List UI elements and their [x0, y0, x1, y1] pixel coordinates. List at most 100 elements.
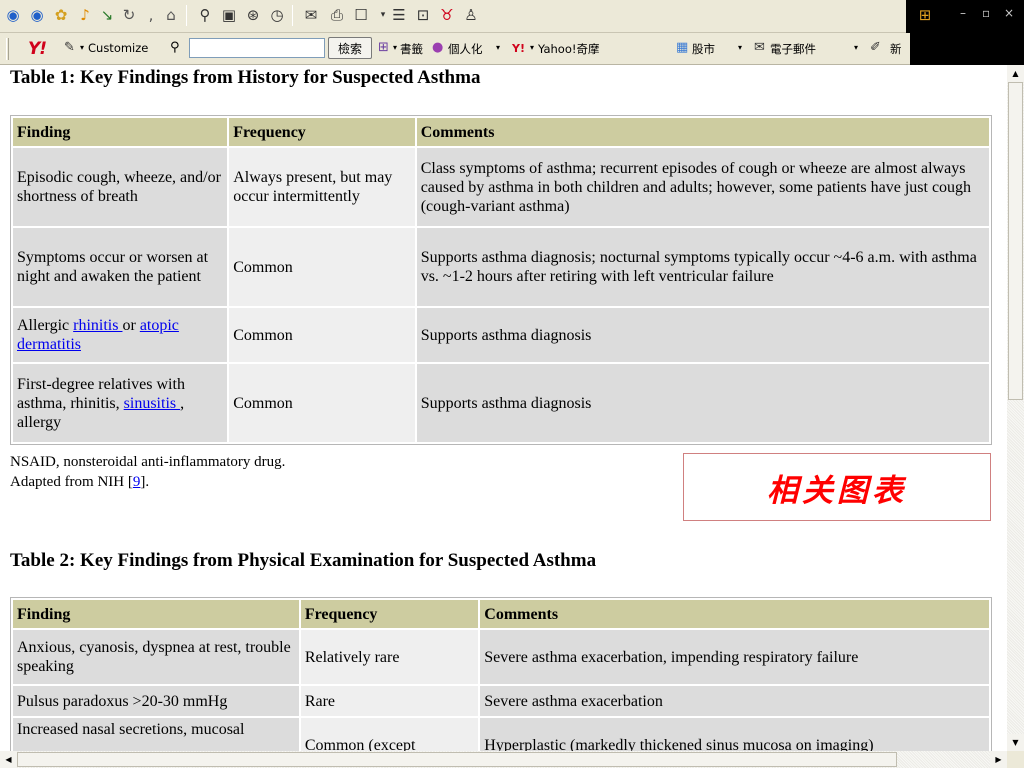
finding-cell: Increased nasal secretions, mucosal [13, 718, 299, 751]
scroll-right-icon[interactable]: ▶ [990, 751, 1007, 768]
toolbar-overflow-area [910, 33, 1024, 65]
personalize-link[interactable]: 個人化 [448, 41, 483, 57]
pencil-icon: ✎ [64, 40, 75, 55]
column-header-frequency: Frequency [229, 118, 415, 146]
column-header-comments: Comments [480, 600, 989, 628]
scroll-up-icon[interactable]: ▲ [1007, 65, 1024, 82]
scroll-left-icon[interactable]: ◀ [0, 751, 17, 768]
history-clock-icon[interactable]: ◷ [266, 4, 288, 26]
vertical-scrollbar[interactable]: ▲ ▼ [1007, 65, 1024, 751]
yahoo-kimo-link[interactable]: Yahoo!奇摩 [538, 41, 599, 57]
bookmark-icon: ⊞ [378, 40, 389, 55]
music-icon[interactable]: ♪ [74, 4, 96, 26]
finding-text: Allergic [17, 317, 74, 334]
news-link[interactable]: 新 [890, 41, 902, 57]
frequency-cell: Common [229, 364, 415, 442]
print-icon[interactable]: ⎙ [326, 4, 348, 26]
table2-physical-exam-findings: Finding Frequency Comments Anxious, cyan… [10, 597, 992, 751]
finding-cell: Episodic cough, wheeze, and/or shortness… [13, 148, 228, 226]
footnote-nsaid: NSAID, nonsteroidal anti-inflammatory dr… [10, 454, 286, 470]
refresh-icon[interactable]: ↻ [118, 4, 140, 26]
yahoo-search-input[interactable] [189, 38, 325, 58]
table-row: Episodic cough, wheeze, and/or shortness… [13, 148, 989, 226]
column-header-frequency: Frequency [300, 600, 479, 628]
globe-icon[interactable]: ⊛ [242, 4, 264, 26]
frequency-cell: Common [229, 308, 415, 362]
table1-footnote: NSAID, nonsteroidal anti-inflammatory dr… [10, 452, 285, 492]
back-icon[interactable]: ◉ [2, 4, 24, 26]
edit-icon[interactable]: ☐ [350, 4, 372, 26]
comment-cell: Supports asthma diagnosis [416, 308, 989, 362]
frequency-cell: Relatively rare [300, 630, 479, 684]
table-header-row: Finding Frequency Comments [13, 118, 989, 146]
media-icon[interactable]: ▣ [218, 4, 240, 26]
stocks-link[interactable]: 股市 [692, 41, 715, 57]
email-link[interactable]: 電子郵件 [770, 41, 816, 57]
column-header-finding: Finding [13, 600, 299, 628]
column-header-finding: Finding [13, 118, 228, 146]
envelope-icon: ✉ [754, 40, 765, 55]
adapted-text: ]. [140, 474, 150, 490]
table-row: Pulsus paradoxus >20-30 mmHg Rare Severe… [13, 686, 989, 716]
search-small-icon: ⚲ [170, 40, 180, 55]
close-button[interactable]: × [1004, 6, 1014, 20]
windows-logo-icon: ⊞ [918, 6, 932, 24]
toolbar-separator [186, 5, 187, 26]
horizontal-scroll-thumb[interactable] [17, 752, 897, 767]
adapted-text: Adapted from NIH [ [10, 474, 133, 490]
comment-cell: Hyperplastic (markedly thickened sinus m… [480, 718, 989, 751]
related-charts-button[interactable]: 相关图表 [683, 453, 991, 521]
page-content: Table 1: Key Findings from History for S… [0, 65, 1007, 751]
standard-toolbar: ◉ ◉ ✿ ♪ ↘ ↻ , ⌂ ⚲ ▣ ⊛ ◷ ✉ ⎙ ☐ ▾ ☰ ⊡ ♉ ♙ … [0, 0, 1024, 33]
chevron-down-icon: ▾ [80, 43, 85, 52]
chevron-down-icon: ▾ [496, 43, 501, 52]
vertical-scroll-thumb[interactable] [1008, 82, 1023, 400]
restore-button[interactable]: ▫ [982, 6, 990, 20]
minimize-button[interactable]: – [960, 6, 966, 20]
search-button[interactable]: 檢索 [328, 37, 372, 59]
mail-icon[interactable]: ✉ [300, 4, 322, 26]
finding-cell: Anxious, cyanosis, dyspnea at rest, trou… [13, 630, 299, 684]
comment-cell: Supports asthma diagnosis [416, 364, 989, 442]
scroll-down-icon[interactable]: ▼ [1007, 734, 1024, 751]
toolbar-separator [292, 5, 293, 26]
table1-history-findings: Finding Frequency Comments Episodic coug… [10, 115, 992, 445]
search-icon[interactable]: ⚲ [194, 4, 216, 26]
finding-cell: First-degree relatives with asthma, rhin… [13, 364, 228, 442]
horizontal-scrollbar[interactable]: ◀ ▶ [0, 751, 1007, 768]
home-icon[interactable]: ⌂ [160, 4, 182, 26]
chevron-down-icon: ▾ [738, 43, 743, 52]
yahoo-logo-icon[interactable]: Y! [28, 39, 47, 59]
user-icon[interactable]: ♙ [460, 4, 482, 26]
sinusitis-link[interactable]: sinusitis [124, 395, 180, 412]
favorites-icon[interactable]: ✿ [50, 4, 72, 26]
chevron-down-icon: ▾ [393, 43, 398, 52]
comment-cell: Severe asthma exacerbation, impending re… [480, 630, 989, 684]
messenger-icon[interactable]: ⊡ [412, 4, 434, 26]
finding-cell: Symptoms occur or worsen at night and aw… [13, 228, 228, 306]
table-row: Allergic rhinitis or atopic dermatitis C… [13, 308, 989, 362]
comment-cell: Supports asthma diagnosis; nocturnal sym… [416, 228, 989, 306]
yahoo-badge-icon[interactable]: ♉ [436, 4, 458, 26]
table2-title: Table 2: Key Findings from Physical Exam… [10, 550, 597, 571]
chevron-down-icon: ▾ [530, 43, 535, 52]
stop-icon[interactable]: , [140, 4, 162, 26]
rhinitis-link[interactable]: rhinitis [73, 317, 122, 334]
finding-cell: Allergic rhinitis or atopic dermatitis [13, 308, 228, 362]
toolbar-grip[interactable] [6, 38, 9, 60]
table-row: Anxious, cyanosis, dyspnea at rest, trou… [13, 630, 989, 684]
column-header-comments: Comments [416, 118, 989, 146]
scrollbar-corner [1007, 751, 1024, 768]
bookmarks-link[interactable]: 書籤 [400, 41, 423, 57]
comment-cell: Class symptoms of asthma; recurrent epis… [416, 148, 989, 226]
news-icon: ✐ [870, 40, 881, 55]
frequency-cell: Rare [300, 686, 479, 716]
forward-icon[interactable]: ◉ [26, 4, 48, 26]
stock-chart-icon: ▦ [676, 40, 689, 55]
frequency-cell: Always present, but may occur intermitte… [229, 148, 415, 226]
discuss-icon[interactable]: ☰ [388, 4, 410, 26]
customize-button[interactable]: Customize [88, 41, 148, 55]
adapted-from-note: Adapted from NIH [9]. [10, 472, 285, 492]
frequency-cell: Common [229, 228, 415, 306]
history-icon[interactable]: ↘ [96, 4, 118, 26]
